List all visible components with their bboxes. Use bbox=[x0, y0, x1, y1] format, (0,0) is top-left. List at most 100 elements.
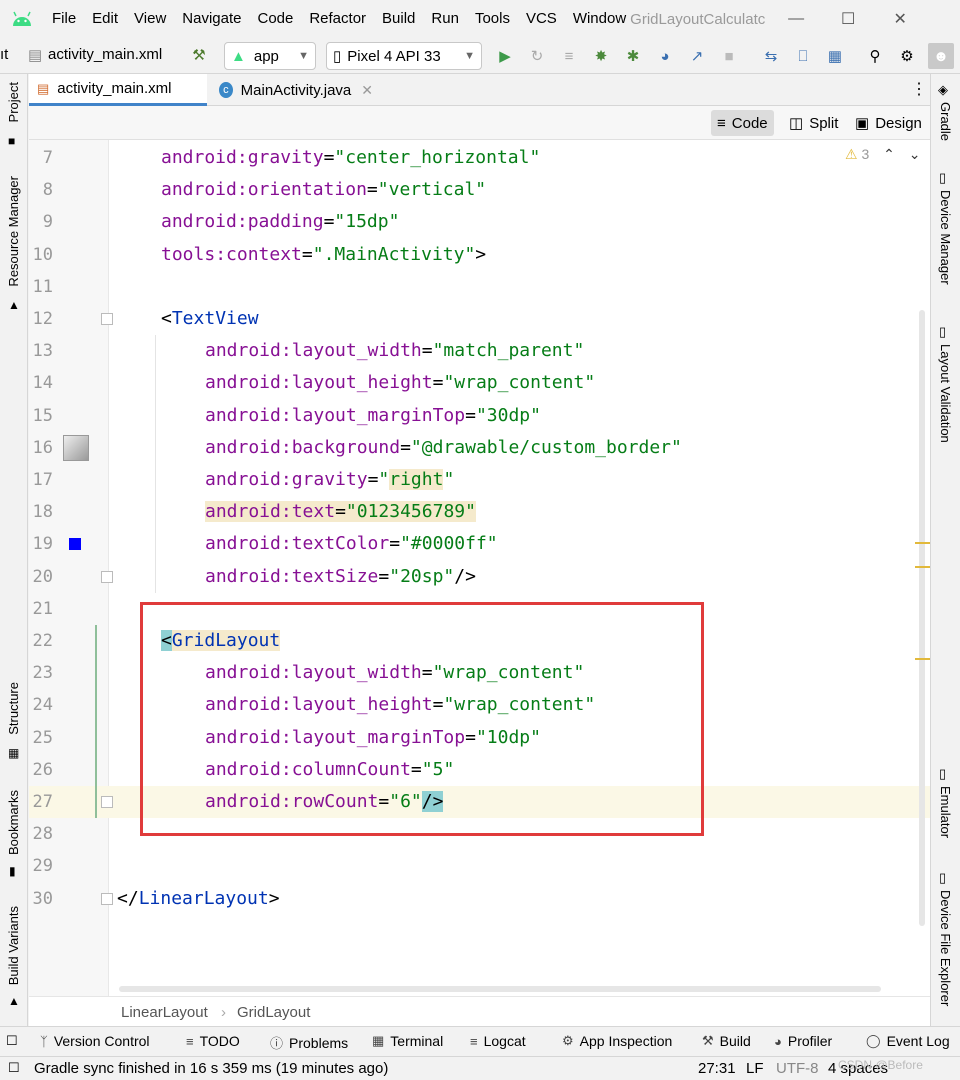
toggle-tool-windows-icon[interactable]: ☐ bbox=[6, 1033, 18, 1049]
breadcrumb-gridlayout[interactable]: GridLayout bbox=[237, 1004, 310, 1021]
tool-event-log[interactable]: ◯ Event Log bbox=[866, 1033, 950, 1049]
avatar[interactable]: ☻ bbox=[928, 43, 954, 69]
view-mode-design[interactable]: ▣ Design bbox=[849, 110, 928, 136]
stop-icon[interactable]: ■ bbox=[716, 43, 742, 69]
code-line[interactable]: 20 android:textSize="20sp"/> bbox=[29, 561, 930, 593]
maximize-icon[interactable]: ☐ bbox=[822, 0, 874, 38]
fold-marker-icon[interactable] bbox=[101, 570, 113, 583]
tool-problems[interactable]: ⓘ Problems bbox=[270, 1033, 348, 1052]
menu-navigate[interactable]: Navigate bbox=[174, 0, 249, 38]
gradle-tool-tab[interactable]: Gradle bbox=[938, 102, 953, 141]
attr-value: "match_parent" bbox=[432, 340, 585, 362]
device-file-explorer-tool-tab[interactable]: Device File Explorer bbox=[938, 890, 953, 1006]
device-manager-icon[interactable]: ⎕ bbox=[790, 43, 816, 69]
gear-icon[interactable]: ⚙ bbox=[894, 43, 920, 69]
tool-app-inspection[interactable]: ⚙ App Inspection bbox=[562, 1033, 672, 1049]
menu-view[interactable]: View bbox=[126, 0, 174, 38]
build-variants-tool-tab[interactable]: Build Variants bbox=[6, 906, 21, 985]
tab-activity-main-xml[interactable]: ▤ activity_main.xml bbox=[29, 74, 207, 106]
emulator-tool-tab[interactable]: Emulator bbox=[938, 786, 953, 838]
tool-build[interactable]: ⚒ Build bbox=[702, 1033, 751, 1049]
code-line[interactable]: 29 bbox=[29, 850, 930, 882]
code-line[interactable]: 7 android:gravity="center_horizontal" bbox=[29, 142, 930, 174]
code-line[interactable]: 12 <TextView bbox=[29, 303, 930, 335]
code-line[interactable]: 14 android:layout_height="wrap_content" bbox=[29, 367, 930, 399]
code-line[interactable]: 18 android:text="0123456789" bbox=[29, 496, 930, 528]
caret-position[interactable]: 27:31 bbox=[698, 1060, 736, 1077]
more-options-icon[interactable]: ⋮ bbox=[911, 79, 927, 99]
close-icon[interactable]: ✕ bbox=[874, 0, 926, 38]
tool-logcat[interactable]: ≡ Logcat bbox=[470, 1033, 526, 1049]
device-select[interactable]: ▯ Pixel 4 API 33 ▼ bbox=[326, 42, 482, 70]
file-encoding[interactable]: UTF-8 bbox=[776, 1060, 819, 1077]
status-toggle-icon[interactable]: ☐ bbox=[8, 1060, 20, 1076]
bookmarks-tool-tab[interactable]: Bookmarks bbox=[6, 790, 21, 855]
drawable-preview-icon[interactable] bbox=[63, 434, 89, 461]
line-separator[interactable]: LF bbox=[746, 1060, 764, 1077]
structure-tool-tab[interactable]: Structure bbox=[6, 682, 21, 735]
fold-marker-icon[interactable] bbox=[101, 892, 113, 905]
sync-gradle-icon[interactable]: ⇆ bbox=[758, 43, 784, 69]
menu-edit[interactable]: Edit bbox=[84, 0, 126, 38]
attr-colon: : bbox=[280, 372, 292, 394]
sdk-manager-icon[interactable]: ▦ bbox=[822, 43, 848, 69]
menu-tools[interactable]: Tools bbox=[467, 0, 518, 38]
close-tab-icon[interactable]: ✕ bbox=[361, 82, 373, 99]
tool-terminal[interactable]: ▦ Terminal bbox=[372, 1033, 443, 1049]
run-icon[interactable]: ▶ bbox=[492, 43, 518, 69]
fold-marker-icon[interactable] bbox=[101, 313, 113, 325]
profile-icon[interactable]: ◕ bbox=[652, 43, 678, 69]
warning-marker[interactable] bbox=[915, 566, 930, 568]
apply-changes-icon[interactable]: ↻ bbox=[524, 43, 550, 69]
menu-refactor[interactable]: Refactor bbox=[301, 0, 374, 38]
menu-vcs[interactable]: VCS bbox=[518, 0, 565, 38]
menu-build[interactable]: Build bbox=[374, 0, 423, 38]
code-line[interactable]: 30 </LinearLayout> bbox=[29, 883, 930, 915]
device-manager-tool-tab[interactable]: Device Manager bbox=[938, 190, 953, 285]
attach-debugger-icon[interactable]: ✱ bbox=[620, 43, 646, 69]
fold-marker-icon[interactable] bbox=[101, 796, 113, 808]
tool-profiler[interactable]: ◕ Profiler bbox=[774, 1033, 832, 1049]
code-line[interactable]: 9 android:padding="15dp" bbox=[29, 206, 930, 238]
run-config-select[interactable]: ▲ app ▼ bbox=[224, 42, 316, 70]
color-swatch-icon[interactable] bbox=[69, 538, 81, 551]
code-line[interactable]: 19 android:textColor="#0000ff" bbox=[29, 528, 930, 560]
project-tool-tab[interactable]: Project bbox=[6, 82, 21, 122]
code-line[interactable]: 15 android:layout_marginTop="30dp" bbox=[29, 400, 930, 432]
code-line[interactable]: 17 android:gravity="right" bbox=[29, 464, 930, 496]
apply-code-changes-icon[interactable]: ≡ bbox=[556, 43, 582, 69]
resource-manager-tool-tab[interactable]: Resource Manager bbox=[6, 176, 21, 287]
nav-crumb-file[interactable]: activity_main.xml bbox=[48, 46, 162, 63]
debug-icon[interactable]: ✸ bbox=[588, 43, 614, 69]
code-line[interactable]: 8 android:orientation="vertical" bbox=[29, 174, 930, 206]
code-line[interactable]: 13 android:layout_width="match_parent" bbox=[29, 335, 930, 367]
horizontal-scrollbar[interactable] bbox=[119, 986, 881, 992]
status-message[interactable]: Gradle sync finished in 16 s 359 ms (19 … bbox=[34, 1060, 388, 1077]
chevron-up-icon[interactable]: ⌃ bbox=[883, 146, 895, 162]
code-editor[interactable]: 7 android:gravity="center_horizontal" 8 and… bbox=[29, 140, 930, 996]
view-mode-code[interactable]: ≡ Code bbox=[711, 110, 774, 136]
tab-main-activity-java[interactable]: c MainActivity.java ✕ bbox=[211, 74, 381, 106]
minimize-icon[interactable]: — bbox=[770, 0, 822, 38]
warning-marker[interactable] bbox=[915, 542, 930, 544]
menu-code[interactable]: Code bbox=[249, 0, 301, 38]
tool-version-control[interactable]: ᛉ Version Control bbox=[40, 1033, 150, 1049]
search-icon[interactable]: ⚲ bbox=[862, 43, 888, 69]
inspection-widget[interactable]: ⚠ 3 ⌃ ⌄ bbox=[845, 146, 921, 163]
chevron-down-icon[interactable]: ⌄ bbox=[909, 146, 921, 162]
attach-process-icon[interactable]: ↗ bbox=[684, 43, 710, 69]
hammer-build-icon[interactable]: ⚒ bbox=[186, 42, 212, 68]
code-line[interactable]: 10 tools:context=".MainActivity"> bbox=[29, 239, 930, 271]
breadcrumb-linearlayout[interactable]: LinearLayout bbox=[121, 1004, 208, 1021]
view-mode-split[interactable]: ◫ Split bbox=[783, 110, 844, 136]
warning-marker[interactable] bbox=[915, 658, 930, 660]
nav-crumb-prefix[interactable]: ıt bbox=[0, 46, 8, 63]
layout-validation-tool-tab[interactable]: Layout Validation bbox=[938, 344, 953, 443]
menu-window[interactable]: Window bbox=[565, 0, 626, 38]
menu-file[interactable]: File bbox=[44, 0, 84, 38]
tool-todo[interactable]: ≡ TODO bbox=[186, 1033, 240, 1049]
code-line[interactable]: 16 android:background="@drawable/custom_b… bbox=[29, 432, 930, 464]
code-line[interactable]: 11 bbox=[29, 271, 930, 303]
menu-run[interactable]: Run bbox=[423, 0, 467, 38]
vertical-scrollbar[interactable] bbox=[919, 310, 925, 926]
